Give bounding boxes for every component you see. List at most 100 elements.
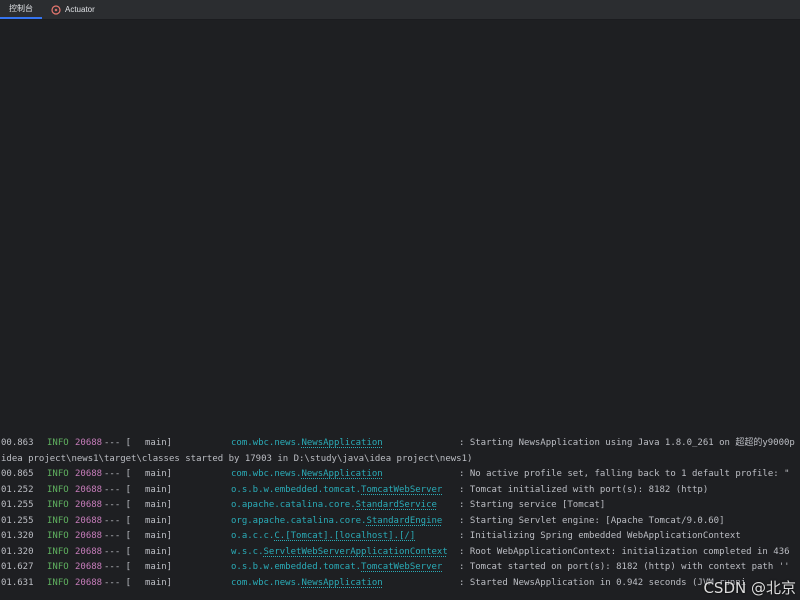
log-separator: --- [ — [104, 562, 132, 572]
log-pid: 20688 — [75, 531, 103, 541]
log-time: 01.255 — [1, 500, 34, 510]
log-time: 01.252 — [1, 484, 34, 495]
log-level: INFO — [47, 546, 69, 557]
log-logger: com.wbc.news.NewsApplication — [231, 467, 383, 483]
log-separator: --- [ — [104, 531, 132, 541]
tab-console-label: 控制台 — [9, 4, 33, 13]
log-logger: o.apache.catalina.core.StandardService — [231, 498, 437, 514]
log-logger: o.a.c.c.C.[Tomcat].[localhost].[/] — [231, 529, 415, 545]
log-logger-prefix: com.wbc.news. — [231, 469, 302, 479]
log-logger: w.s.c.ServletWebServerApplicationContext — [231, 545, 448, 561]
log-continuation: idea project\news1\target\classes starte… — [1, 453, 473, 464]
log-message: : Starting Servlet engine: [Apache Tomca… — [459, 515, 725, 526]
log-separator: --- [ — [104, 500, 132, 510]
log-level: INFO — [47, 438, 69, 448]
log-level: INFO — [47, 484, 69, 495]
log-message: : Tomcat started on port(s): 8182 (http)… — [459, 562, 790, 572]
log-logger-link[interactable]: NewsApplication — [301, 469, 382, 479]
log-line: 01.631 INFO 20688 --- [main]: Started NewsA… — [0, 576, 800, 592]
log-pid: 20688 — [75, 515, 103, 526]
log-logger-link[interactable]: TomcatWebServer — [361, 562, 442, 572]
log-logger-prefix: o.a.c.c. — [231, 531, 275, 541]
log-logger-link[interactable]: TomcatWebServer — [361, 485, 442, 495]
log-logger: o.s.b.w.embedded.tomcat.TomcatWebServer — [231, 560, 442, 576]
log-thread: main] — [145, 515, 173, 526]
log-lines: 00.863 INFO 20688 --- [main]: Starting News… — [0, 436, 800, 591]
log-line: 01.252 INFO 20688 --- [ main] : Tomcat initia… — [0, 483, 800, 499]
log-time: 01.320 — [1, 546, 34, 557]
log-separator: --- [ — [104, 484, 132, 495]
log-logger-prefix: com.wbc.news. — [231, 438, 302, 448]
log-logger: com.wbc.news.NewsApplication — [231, 576, 383, 592]
log-logger: o.s.b.w.embedded.tomcat.TomcatWebServer — [231, 483, 442, 499]
log-logger-prefix: o.s.b.w.embedded.tomcat. — [231, 562, 362, 572]
log-logger-prefix: com.wbc.news. — [231, 577, 302, 588]
log-separator: --- [ — [104, 546, 132, 557]
log-logger-link[interactable]: ServletWebServerApplicationContext — [264, 547, 448, 557]
log-logger-prefix: org.apache.catalina.core. — [231, 515, 367, 526]
log-thread: main] — [145, 438, 173, 448]
log-pid: 20688 — [75, 500, 103, 510]
log-message: : Initializing Spring embedded WebApplic… — [459, 531, 741, 541]
log-time: 01.631 — [1, 577, 34, 588]
log-logger: org.apache.catalina.core.StandardEngine — [231, 514, 442, 530]
log-logger-link[interactable]: StandardService — [356, 500, 437, 510]
log-level: INFO — [47, 562, 69, 572]
console-output[interactable]: 00.863 INFO 20688 --- [main]: Starting News… — [0, 20, 800, 600]
tool-window-tab-bar: 控制台 Actuator — [0, 0, 800, 20]
tab-actuator[interactable]: Actuator — [42, 0, 104, 19]
log-time: 01.320 — [1, 531, 34, 541]
log-logger-link[interactable]: NewsApplication — [301, 578, 382, 588]
log-logger-link[interactable]: C.[Tomcat].[localhost].[/] — [274, 531, 415, 541]
log-thread: main] — [145, 562, 173, 572]
log-message: : No active profile set, falling back to… — [459, 469, 790, 479]
log-pid: 20688 — [75, 577, 103, 588]
log-level: INFO — [47, 500, 69, 510]
log-message: : Starting NewsApplication using Java 1.… — [459, 438, 795, 448]
tab-actuator-label: Actuator — [65, 5, 95, 14]
log-message: : Starting service [Tomcat] — [459, 500, 606, 510]
log-time: 01.627 — [1, 562, 34, 572]
log-pid: 20688 — [75, 562, 103, 572]
log-thread: main] — [145, 577, 173, 588]
log-logger-link[interactable]: NewsApplication — [301, 438, 382, 448]
log-logger-prefix: w.s.c. — [231, 546, 264, 557]
log-pid: 20688 — [75, 438, 103, 448]
log-time: 00.865 — [1, 469, 34, 479]
tab-console[interactable]: 控制台 — [0, 0, 42, 19]
log-thread: main] — [145, 531, 173, 541]
log-level: INFO — [47, 469, 69, 479]
log-separator: --- [ — [104, 438, 132, 448]
log-logger-link[interactable]: StandardEngine — [366, 516, 442, 526]
log-separator: --- [ — [104, 515, 132, 526]
log-pid: 20688 — [75, 546, 103, 557]
log-line: 00.865 INFO 20688 --- [ main] : No active pro… — [0, 467, 800, 483]
log-level: INFO — [47, 515, 69, 526]
log-line: 01.320 INFO 20688 --- [ main] : Root WebAppli… — [0, 545, 800, 561]
log-thread: main] — [145, 484, 173, 495]
log-thread: main] — [145, 469, 173, 479]
log-line: 01.320 INFO 20688 --- [ main] : Initializing … — [0, 529, 800, 545]
log-time: 00.863 — [1, 438, 34, 448]
log-line: idea project\news1\target\classes starte… — [0, 452, 800, 468]
log-thread: main] — [145, 500, 173, 510]
log-separator: --- [ — [104, 577, 132, 588]
log-level: INFO — [47, 531, 69, 541]
log-level: INFO — [47, 577, 69, 588]
log-message: : Tomcat initialized with port(s): 8182 … — [459, 484, 709, 495]
log-pid: 20688 — [75, 484, 103, 495]
log-line: 01.627 INFO 20688 --- [ main] : Tomcat starte… — [0, 560, 800, 576]
log-pid: 20688 — [75, 469, 103, 479]
watermark: CSDN @北京 — [703, 579, 796, 597]
log-logger-prefix: o.apache.catalina.core. — [231, 500, 356, 510]
log-logger: com.wbc.news.NewsApplication — [231, 436, 383, 452]
log-thread: main] — [145, 546, 173, 557]
log-logger-prefix: o.s.b.w.embedded.tomcat. — [231, 484, 362, 495]
log-line: 00.863 INFO 20688 --- [ main] : Starting News… — [0, 436, 800, 452]
log-message: : Root WebApplicationContext: initializa… — [459, 546, 790, 557]
log-time: 01.255 — [1, 515, 34, 526]
log-line: 01.255 INFO 20688 --- [ main] : Starting serv… — [0, 498, 800, 514]
log-separator: --- [ — [104, 469, 132, 479]
actuator-icon — [51, 4, 61, 15]
log-line: 01.255 INFO 20688 --- [ main] : Starting Serv… — [0, 514, 800, 530]
